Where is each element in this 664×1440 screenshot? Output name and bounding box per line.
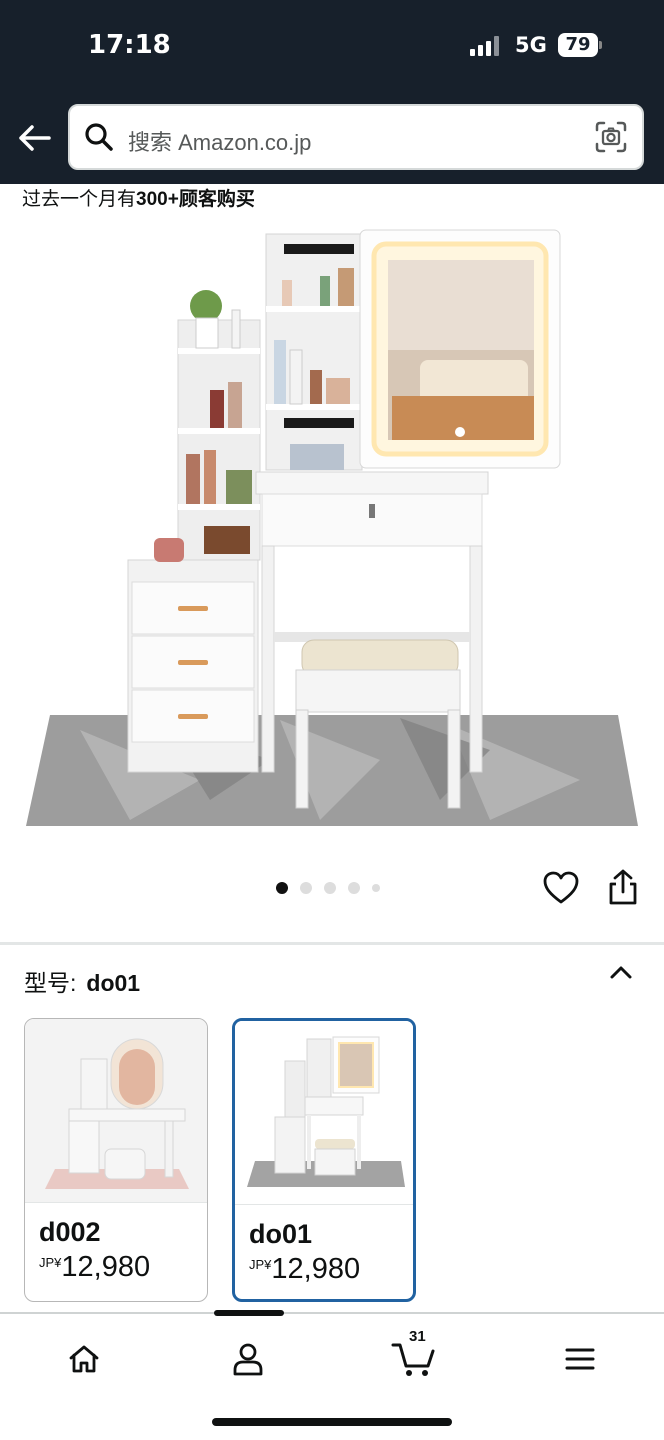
variant-name: d002 — [39, 1217, 101, 1247]
battery-icon: 79 — [558, 33, 602, 57]
model-selector-header[interactable]: 型号: do01 — [24, 964, 140, 998]
top-bar: 17:18 5G 79 搜索 Amazon.co.jp — [0, 0, 664, 184]
model-label: 型号: — [24, 970, 77, 996]
purchase-count-text: 过去一个月有300+顾客购买 — [22, 189, 255, 210]
carousel-dot[interactable] — [300, 882, 312, 894]
home-icon — [69, 1345, 99, 1373]
model-selected-value: do01 — [86, 970, 141, 996]
variant-name: do01 — [249, 1219, 313, 1249]
magnifier-icon — [85, 123, 113, 151]
back-button[interactable] — [14, 118, 54, 158]
network-type: 5G — [515, 33, 547, 57]
cart-icon — [391, 1343, 435, 1376]
arrow-left-icon — [19, 125, 51, 151]
variant-price: JP¥12,980 — [249, 1253, 361, 1285]
variant-thumbnail — [25, 1019, 207, 1203]
carousel-dot[interactable] — [372, 884, 380, 892]
variant-option-do01[interactable]: do01 JP¥12,980 — [232, 1018, 416, 1302]
heart-outline-icon[interactable] — [542, 870, 580, 906]
nav-active-indicator — [214, 1310, 284, 1316]
nav-menu[interactable] — [550, 1334, 610, 1384]
search-placeholder: 搜索 Amazon.co.jp — [128, 130, 312, 155]
battery-level: 79 — [558, 33, 598, 57]
signal-icon — [470, 34, 504, 56]
nav-cart[interactable] — [384, 1334, 444, 1384]
nav-account[interactable] — [218, 1334, 278, 1384]
account-icon — [233, 1343, 263, 1376]
product-image[interactable] — [20, 220, 644, 840]
chevron-up-icon[interactable] — [606, 960, 636, 986]
variant-thumbnail — [235, 1021, 413, 1205]
menu-icon — [565, 1348, 595, 1370]
carousel-dots — [276, 882, 380, 894]
share-icon[interactable] — [606, 868, 640, 906]
home-indicator — [212, 1418, 452, 1426]
search-input[interactable]: 搜索 Amazon.co.jp — [68, 104, 644, 170]
section-divider — [0, 942, 664, 945]
bottom-nav: 31 — [0, 1310, 664, 1440]
camera-scan-icon[interactable] — [594, 120, 628, 154]
variant-option-d002[interactable]: d002 JP¥12,980 — [24, 1018, 208, 1302]
status-time: 17:18 — [88, 30, 171, 60]
carousel-dot[interactable] — [348, 882, 360, 894]
variant-price: JP¥12,980 — [39, 1251, 151, 1283]
carousel-dot[interactable] — [276, 882, 288, 894]
carousel-dot[interactable] — [324, 882, 336, 894]
nav-home[interactable] — [54, 1334, 114, 1384]
